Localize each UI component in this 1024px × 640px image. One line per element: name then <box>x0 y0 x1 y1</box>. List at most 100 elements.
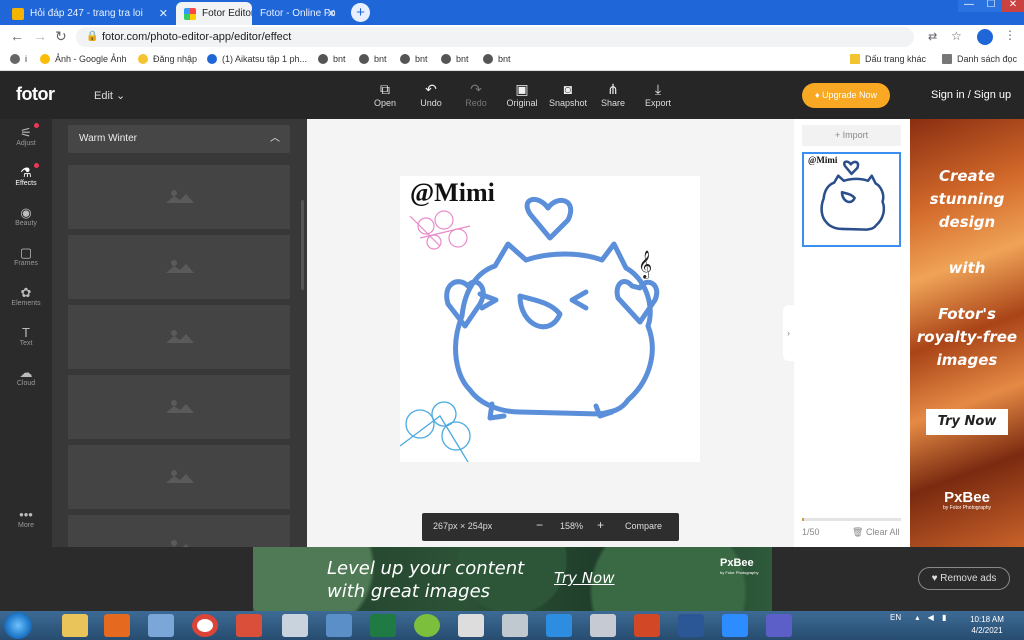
close-icon[interactable]: ✕ <box>159 7 168 20</box>
menu-icon[interactable]: ⋮ <box>1004 28 1016 42</box>
bookmark-item[interactable]: Đăng nhập <box>138 54 197 64</box>
media-player-icon[interactable] <box>104 614 130 637</box>
close-window-button[interactable]: ✕ <box>1002 0 1024 12</box>
powerpoint-icon[interactable] <box>634 614 660 637</box>
rail-item-cloud[interactable]: ☁ Cloud <box>0 365 52 387</box>
side-ad-line <box>910 234 1024 257</box>
chrome-icon[interactable] <box>192 614 218 637</box>
excel-icon[interactable] <box>370 614 396 637</box>
effect-thumbnail[interactable] <box>68 515 290 547</box>
back-icon[interactable]: ← <box>10 28 24 44</box>
effect-category-title: Warm Winter <box>79 133 137 144</box>
chevron-right-icon: › <box>787 328 790 338</box>
panel-scrollbar[interactable] <box>301 200 304 290</box>
clear-all-button[interactable]: 🗑 Clear All <box>852 527 899 538</box>
effect-thumbnail[interactable] <box>68 165 290 229</box>
fotor-logo[interactable]: fotor <box>16 84 55 105</box>
minimize-button[interactable]: — <box>958 0 980 12</box>
remove-ads-button[interactable]: ♥ Remove ads <box>918 567 1010 590</box>
app-icon[interactable] <box>326 614 352 637</box>
signin-link[interactable]: Sign in / Sign up <box>931 89 1011 101</box>
notepad-icon[interactable] <box>282 614 308 637</box>
translate-icon[interactable]: ⇄ <box>928 30 937 43</box>
forward-icon[interactable]: → <box>33 28 47 44</box>
effect-thumbnail[interactable] <box>68 305 290 369</box>
collapse-panel-button[interactable]: › <box>783 305 794 361</box>
word-icon[interactable] <box>678 614 704 637</box>
paint-icon[interactable] <box>148 614 174 637</box>
bookmark-item[interactable]: bnt <box>400 54 428 64</box>
diamond-icon: ♦ <box>814 90 823 100</box>
new-tab-button[interactable]: + <box>351 3 370 22</box>
bottom-ad-try-now[interactable]: Try Now <box>554 569 614 587</box>
app-icon[interactable] <box>458 614 484 637</box>
app-icon[interactable] <box>590 614 616 637</box>
bookmark-item[interactable]: bnt <box>359 54 387 64</box>
tab-hoidap[interactable]: Hỏi đáp 247 - trang tra loi ✕ <box>4 2 176 25</box>
rail-item-effects[interactable]: ⚗ Effects <box>0 163 52 187</box>
effect-category-header[interactable]: Warm Winter ︿ <box>68 125 290 153</box>
zoom-in-button[interactable]: + <box>597 518 604 532</box>
app-icon[interactable] <box>414 614 440 637</box>
chevron-down-icon: ⌄ <box>116 90 126 102</box>
fotor-header: fotor Edit ⌄ ⧉ Open ↶ Undo ↷ Redo ▣ Original ◙ Sn… <box>0 72 1024 119</box>
zoom-icon[interactable] <box>722 614 748 637</box>
url-input[interactable]: 🔒 fotor.com/photo-editor-app/editor/effe… <box>76 27 914 47</box>
rail-item-frames[interactable]: ▢ Frames <box>0 245 52 267</box>
bookmark-item[interactable]: Ảnh - Google Ảnh <box>40 54 127 64</box>
rail-item-more[interactable]: ••• More <box>0 507 52 529</box>
import-button[interactable]: + Import <box>802 125 901 146</box>
rail-item-beauty[interactable]: ◉ Beauty <box>0 205 52 227</box>
bottom-ad[interactable]: Level up your content with great images … <box>253 547 772 611</box>
rail-item-text[interactable]: T Text <box>0 325 52 347</box>
profile-avatar[interactable] <box>977 29 993 45</box>
zoom-out-button[interactable]: − <box>536 518 543 532</box>
edit-menu[interactable]: Edit ⌄ <box>94 89 125 102</box>
reading-list[interactable]: Danh sách đọc <box>942 54 1017 64</box>
reload-icon[interactable]: ↻ <box>55 28 67 45</box>
volume-icon[interactable]: ◀ <box>928 613 934 622</box>
side-ad-try-now[interactable]: Try Now <box>926 409 1008 435</box>
app-icon[interactable] <box>236 614 262 637</box>
tool-icon[interactable] <box>502 614 528 637</box>
other-bookmarks[interactable]: Dấu trang khác <box>850 54 926 64</box>
effect-thumbnail[interactable] <box>68 375 290 439</box>
language-indicator[interactable]: EN <box>890 613 901 622</box>
bookmark-item[interactable]: bnt <box>318 54 346 64</box>
network-icon[interactable]: ▮ <box>942 613 946 622</box>
apps-icon[interactable]: i <box>10 54 27 64</box>
zoom-bar: 267px × 254px − 158% + Compare <box>422 513 679 541</box>
pxbee-logo: PxBee <box>944 489 990 506</box>
edited-image[interactable]: 𝄞 <box>399 176 700 463</box>
url-text: fotor.com/photo-editor-app/editor/effect <box>102 31 292 43</box>
bookmark-item[interactable]: bnt <box>483 54 511 64</box>
taskbar-clock[interactable]: 10:18 AM 4/2/2021 <box>964 614 1010 636</box>
effect-thumbnail[interactable] <box>68 445 290 509</box>
close-icon[interactable]: ✕ <box>327 7 336 20</box>
rail-item-elements[interactable]: ✿ Elements <box>0 285 52 307</box>
chevron-up-icon[interactable]: ▴ <box>915 613 919 622</box>
notification-dot <box>34 123 39 128</box>
tab-fotor-editor[interactable]: Fotor Editor <box>176 2 252 25</box>
toolbar-export-button[interactable]: ⤓ Export <box>630 80 686 108</box>
start-button[interactable] <box>4 612 32 639</box>
image-placeholder-icon <box>166 400 194 413</box>
cat-drawing: 𝄞 <box>399 197 660 463</box>
teams-icon[interactable] <box>766 614 792 637</box>
toolbar-label: Export <box>644 98 671 108</box>
rail-item-adjust[interactable]: ⚟ Adjust <box>0 123 52 147</box>
bookmark-item[interactable]: bnt <box>441 54 469 64</box>
effects-panel: Warm Winter ︿ <box>52 119 307 547</box>
explorer-icon[interactable] <box>62 614 88 637</box>
side-ad[interactable]: Create stunning design with Fotor's royalty-f… <box>910 119 1024 547</box>
upgrade-button[interactable]: ♦ Upgrade Now <box>802 83 890 108</box>
compare-button[interactable]: Compare <box>625 521 662 531</box>
tab-fotor-online[interactable]: Fotor - Online Fo ✕ <box>252 2 344 25</box>
effect-thumbnail[interactable] <box>68 235 290 299</box>
side-ad-line: stunning <box>929 190 1005 208</box>
image-thumbnail[interactable]: @Mimi <box>802 152 901 247</box>
star-icon[interactable]: ☆ <box>951 29 962 43</box>
maximize-button[interactable]: ☐ <box>980 0 1002 12</box>
bookmark-item[interactable]: (1) Aikatsu tập 1 ph... <box>207 54 307 64</box>
edge-icon[interactable] <box>546 614 572 637</box>
